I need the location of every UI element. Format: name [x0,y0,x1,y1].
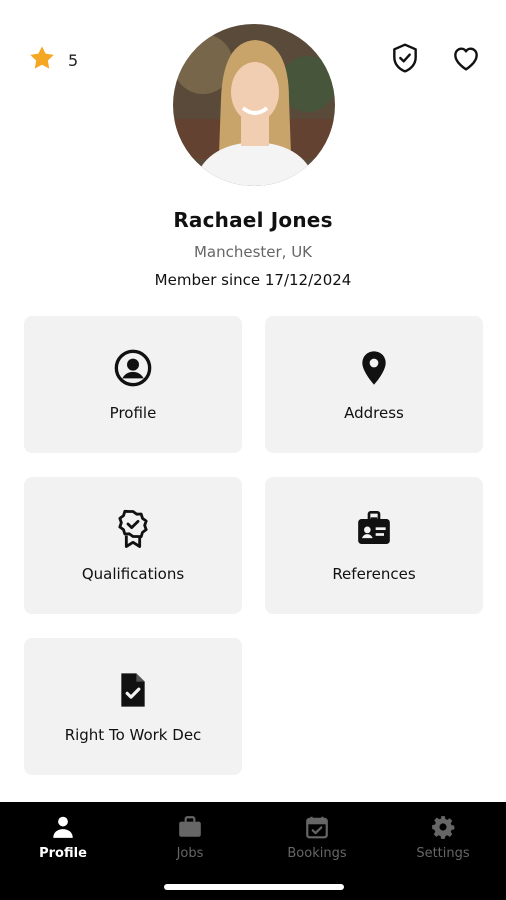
nav-item-jobs[interactable]: Jobs [127,814,253,874]
card-label: References [332,565,416,583]
member-since: Member since 17/12/2024 [154,271,352,289]
profile-card[interactable]: Profile [24,316,242,453]
avatar [173,24,335,186]
nav-label: Settings [416,846,470,861]
nav-item-settings[interactable]: Settings [380,814,506,874]
card-label: Profile [109,404,157,422]
address-card[interactable]: Address [265,316,483,453]
card-label: Address [344,404,404,422]
rating: 5 [28,44,78,76]
profile-name: Rachael Jones [173,208,333,232]
home-indicator [164,884,344,890]
calendar-check-icon [306,816,328,839]
person-icon [53,816,73,838]
profile-location: Manchester, UK [193,243,313,261]
location-pin-icon [354,348,394,388]
rating-value: 5 [68,50,79,70]
star-icon [28,44,56,76]
gear-icon [432,816,455,839]
references-card[interactable]: References [265,477,483,614]
card-label: Qualifications [81,565,185,583]
nav-item-bookings[interactable]: Bookings [254,814,380,874]
heart-icon[interactable] [450,42,482,74]
card-label: Right To Work Dec [64,726,202,744]
qualifications-card[interactable]: Qualifications [24,477,242,614]
briefcase-icon [179,816,201,837]
document-check-icon [113,670,153,710]
id-badge-icon [354,509,394,549]
nav-label: Profile [39,846,87,861]
right-to-work-card[interactable]: Right To Work Dec [24,638,242,775]
nav-label: Bookings [287,846,347,861]
nav-item-profile[interactable]: Profile [0,814,126,874]
user-circle-icon [113,348,153,388]
award-badge-icon [113,509,153,549]
verified-shield-icon[interactable] [389,42,421,74]
nav-label: Jobs [176,846,204,861]
